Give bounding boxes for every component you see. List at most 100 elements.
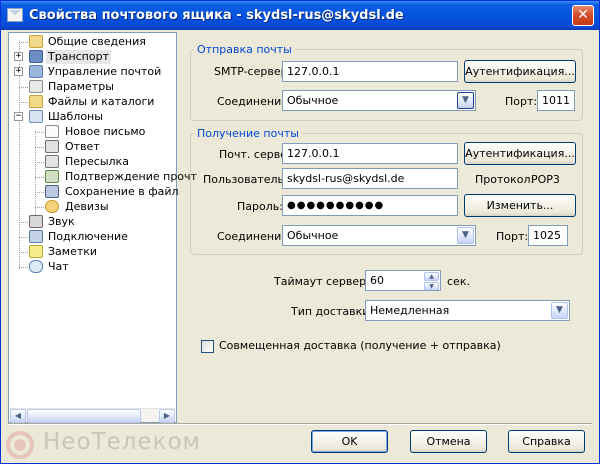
- templates-icon: [29, 110, 43, 123]
- notes-icon: [29, 245, 43, 258]
- change-password-button[interactable]: Изменить...: [464, 194, 576, 217]
- incoming-connection-value: Обычное: [287, 229, 339, 242]
- delivery-type-select[interactable]: Немедленная ▼: [365, 300, 570, 321]
- chevron-down-icon[interactable]: ▼: [457, 92, 474, 109]
- password-label: Пароль:: [237, 200, 283, 213]
- outgoing-port-input[interactable]: 1011: [537, 90, 575, 111]
- tree-item-label: Управление почтой: [48, 65, 162, 78]
- outgoing-mail-title: Отправка почты: [194, 43, 295, 56]
- tree-item-chat[interactable]: Чат: [9, 260, 174, 274]
- outgoing-connection-value: Обычное: [287, 94, 339, 107]
- tree-item-label: Подключение: [48, 230, 128, 243]
- settings-icon: [29, 80, 43, 93]
- tree-item-read-receipt[interactable]: Подтверждение прочт: [9, 170, 197, 184]
- mottos-icon: [45, 200, 59, 213]
- outgoing-auth-button[interactable]: Аутентификация...: [464, 60, 576, 83]
- expand-icon[interactable]: +: [14, 67, 23, 76]
- chevron-down-icon[interactable]: ▼: [551, 302, 568, 319]
- user-label: Пользователь:: [203, 173, 288, 186]
- tree-item-files[interactable]: Файлы и каталоги: [9, 95, 174, 109]
- forward-icon: [45, 155, 59, 168]
- window-title: Свойства почтового ящика - skydsl-rus@sk…: [29, 8, 404, 23]
- tree-item-general[interactable]: Общие сведения: [9, 35, 174, 49]
- tree-item-notes[interactable]: Заметки: [9, 245, 174, 259]
- spin-down-icon[interactable]: ▼: [424, 282, 439, 290]
- scrollbar-thumb[interactable]: [27, 409, 141, 423]
- server-timeout-input[interactable]: 60 ▲ ▼: [365, 270, 441, 291]
- incoming-connection-label: Соединение:: [217, 230, 292, 243]
- tree-item-new-letter[interactable]: Новое письмо: [9, 125, 174, 139]
- connection-icon: [29, 230, 43, 243]
- delivery-type-value: Немедленная: [370, 304, 450, 317]
- tree-item-label: Параметры: [48, 80, 114, 93]
- expand-icon[interactable]: +: [14, 52, 23, 61]
- watermark-text: НеоТелеком: [43, 429, 201, 455]
- smtp-server-input[interactable]: 127.0.0.1: [282, 61, 458, 82]
- folder-icon: [29, 95, 43, 108]
- timeout-spinner[interactable]: ▲ ▼: [424, 272, 439, 290]
- transport-icon: [29, 50, 43, 63]
- close-button[interactable]: ✕: [572, 5, 594, 26]
- ok-button[interactable]: OK: [311, 430, 388, 453]
- incoming-port-input[interactable]: 1025: [528, 225, 568, 246]
- combined-delivery-label[interactable]: Совмещенная доставка (получение + отправ…: [219, 339, 501, 353]
- tree-item-transport[interactable]: + Транспорт: [9, 50, 174, 64]
- tree-item-label: Сохранение в файл: [65, 185, 179, 198]
- footer-divider: [8, 423, 592, 425]
- tree-item-label: Шаблоны: [48, 110, 103, 123]
- incoming-mail-title: Получение почты: [194, 127, 302, 140]
- new-letter-icon: [45, 125, 59, 138]
- password-input[interactable]: ●●●●●●●●●●: [282, 195, 458, 216]
- tree-item-connection[interactable]: Подключение: [9, 230, 174, 244]
- scroll-right-arrow-icon[interactable]: ▶: [159, 409, 175, 423]
- user-input[interactable]: skydsl-rus@skydsl.de: [282, 168, 458, 189]
- collapse-icon[interactable]: −: [14, 112, 23, 121]
- chevron-down-icon[interactable]: ▼: [457, 227, 474, 244]
- envelope-icon: [7, 8, 23, 22]
- title-bar: Свойства почтового ящика - skydsl-rus@sk…: [1, 1, 599, 30]
- tree-item-label: Транспорт: [46, 50, 111, 64]
- tree-item-parameters[interactable]: Параметры: [9, 80, 174, 94]
- outgoing-port-label: Порт:: [505, 95, 538, 108]
- help-button[interactable]: Справка: [508, 430, 585, 453]
- cancel-button[interactable]: Отмена: [410, 430, 487, 453]
- tree-item-mail-management[interactable]: + Управление почтой: [9, 65, 174, 79]
- tree-item-label: Ответ: [65, 140, 100, 153]
- tree-item-sound[interactable]: Звук: [9, 215, 174, 229]
- tree-item-reply[interactable]: Ответ: [9, 140, 174, 154]
- tree-item-label: Новое письмо: [65, 125, 146, 138]
- outgoing-connection-select[interactable]: Обычное ▼: [282, 90, 476, 111]
- scroll-left-arrow-icon[interactable]: ◀: [10, 409, 26, 423]
- read-receipt-icon: [45, 170, 59, 183]
- incoming-auth-button[interactable]: Аутентификация...: [464, 142, 576, 165]
- reply-icon: [45, 140, 59, 153]
- server-timeout-value: 60: [370, 274, 384, 287]
- neotelecom-logo-icon: [6, 431, 34, 459]
- combined-delivery-checkbox[interactable]: [201, 340, 214, 353]
- tree-item-mottos[interactable]: Девизы: [9, 200, 174, 214]
- tree-horizontal-scrollbar[interactable]: ◀ ▶: [10, 408, 175, 423]
- tree-item-label: Общие сведения: [48, 35, 146, 48]
- tree-item-label: Пересылка: [65, 155, 129, 168]
- timeout-unit: сек.: [447, 275, 470, 288]
- save-to-file-icon: [45, 185, 59, 198]
- spin-up-icon[interactable]: ▲: [424, 272, 439, 281]
- tree-item-save-to-file[interactable]: Сохранение в файл: [9, 185, 179, 199]
- mailbox-properties-dialog: Свойства почтового ящика - skydsl-rus@sk…: [0, 0, 600, 464]
- tree-item-label: Файлы и каталоги: [48, 95, 155, 108]
- outgoing-connection-label: Соединение:: [217, 95, 292, 108]
- mail-management-icon: [29, 65, 43, 78]
- sound-icon: [29, 215, 43, 228]
- tree-item-label: Звук: [48, 215, 75, 228]
- incoming-connection-select[interactable]: Обычное ▼: [282, 225, 476, 246]
- tree-item-templates[interactable]: − Шаблоны: [9, 110, 174, 124]
- tree-item-label: Заметки: [48, 245, 98, 258]
- settings-tree[interactable]: Общие сведения + Транспорт + Управление …: [8, 32, 197, 423]
- protocol-value: POP3: [531, 173, 560, 186]
- mail-server-input[interactable]: 127.0.0.1: [282, 143, 458, 164]
- smtp-server-label: SMTP-сервер:: [214, 65, 292, 78]
- tree-item-forward[interactable]: Пересылка: [9, 155, 174, 169]
- server-timeout-label: Таймаут сервера:: [274, 275, 377, 288]
- tree-item-label: Подтверждение прочт: [65, 170, 197, 183]
- tree-item-label: Девизы: [65, 200, 109, 213]
